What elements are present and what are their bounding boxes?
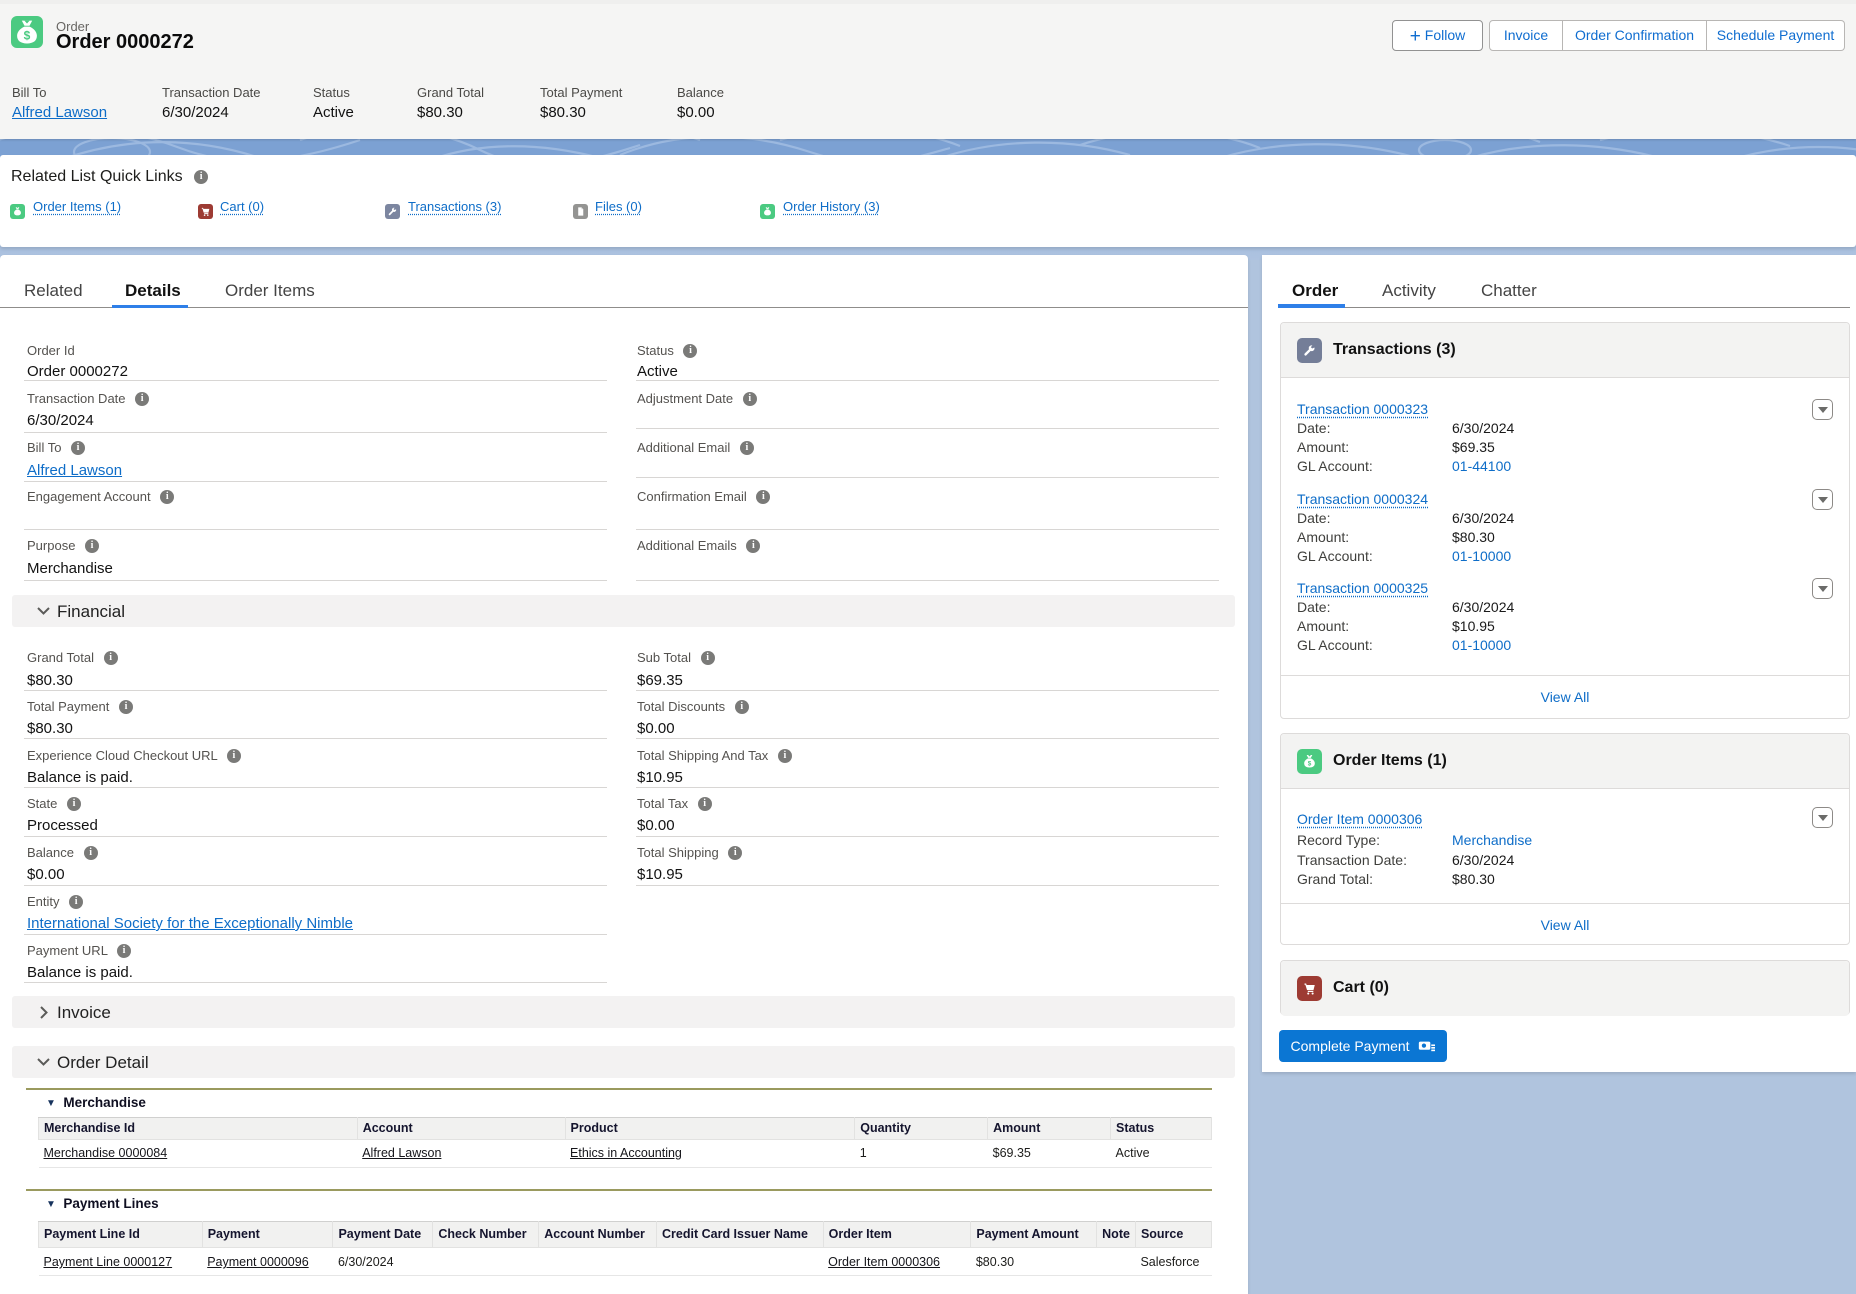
svg-text:$: $ [24, 28, 31, 42]
svg-text:$: $ [1308, 760, 1312, 767]
